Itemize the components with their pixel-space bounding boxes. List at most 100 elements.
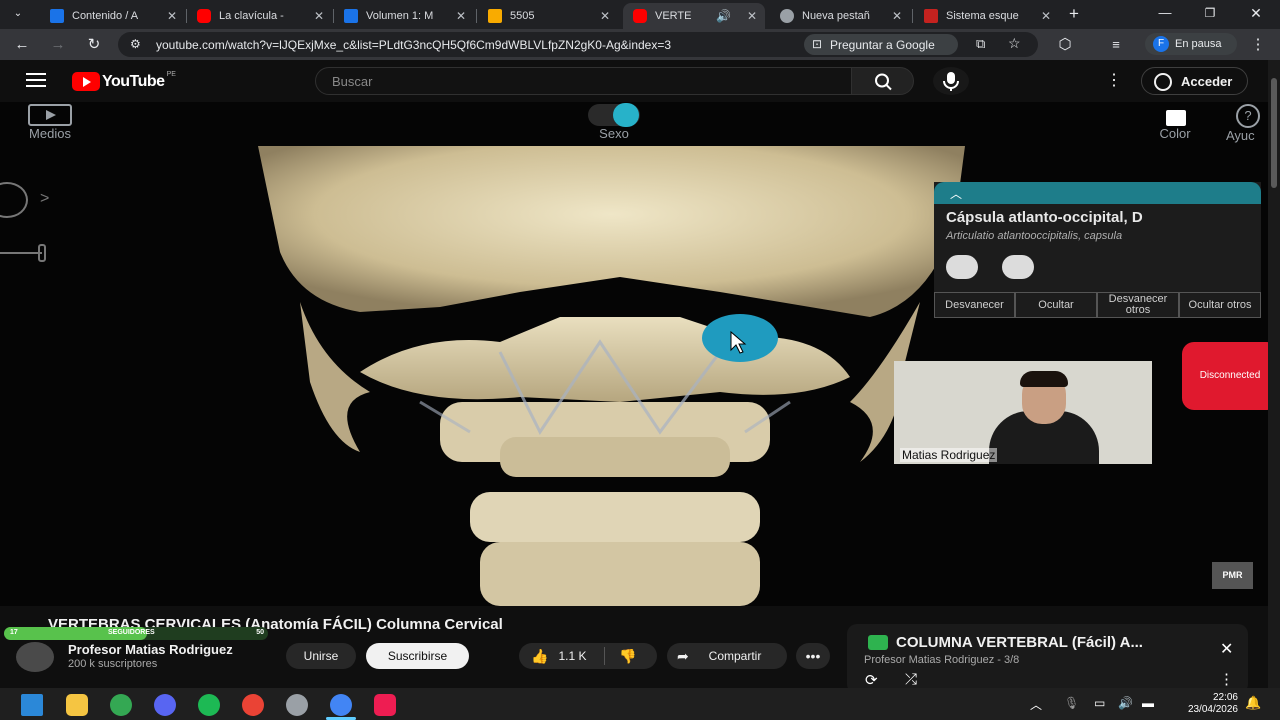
- like-dislike-group: 👍 1.1 K 👎: [519, 643, 657, 669]
- back-icon[interactable]: ←: [12, 35, 32, 55]
- playlist-panel: COLUMNA VERTEBRAL (Fácil) A... ✕ Profeso…: [847, 624, 1248, 694]
- highlighted-capsule: [702, 314, 778, 362]
- tab-nueva[interactable]: Nueva pestañ ✕: [770, 3, 910, 29]
- tab-5505[interactable]: 5505 ✕: [478, 3, 618, 29]
- collapse-chevron-icon: ︿: [950, 187, 963, 201]
- search-icon: [875, 73, 892, 91]
- search-input[interactable]: Buscar: [315, 67, 852, 95]
- discord-icon[interactable]: [154, 694, 176, 716]
- chrome-active-icon[interactable]: [330, 694, 352, 716]
- close-icon[interactable]: ✕: [167, 9, 177, 23]
- like-count[interactable]: 1.1 K: [558, 649, 586, 663]
- chrome-profile-icon[interactable]: [242, 694, 264, 716]
- media-controls-icon[interactable]: ≡: [1106, 35, 1126, 55]
- playlist-title[interactable]: COLUMNA VERTEBRAL (Fácil) A...: [896, 634, 1143, 651]
- tab-clavicula[interactable]: La clavícula - ✕: [187, 3, 332, 29]
- volume-icon[interactable]: 🔊: [1118, 696, 1133, 710]
- tab-sistema[interactable]: Sistema esque ✕: [914, 3, 1059, 29]
- book-icon[interactable]: [946, 255, 978, 279]
- playlist-subtitle: Profesor Matias Rodriguez - 3/8: [864, 654, 1020, 666]
- link-icon[interactable]: [1002, 255, 1034, 279]
- scrollbar-thumb: [1271, 78, 1277, 188]
- video-player[interactable]: Medios Sexo Color ? Ayuc > ︿ Cápsula atl…: [0, 102, 1268, 606]
- close-icon[interactable]: ✕: [1220, 639, 1233, 659]
- hamburger-menu-icon[interactable]: [26, 71, 46, 87]
- tab-contenido[interactable]: Contenido / A ✕: [40, 3, 185, 29]
- close-icon[interactable]: ✕: [600, 9, 610, 23]
- loop-icon[interactable]: ⟳: [865, 671, 878, 689]
- notifications-icon[interactable]: 🔔: [1245, 695, 1261, 711]
- forward-icon[interactable]: →: [48, 35, 68, 55]
- file-explorer-icon[interactable]: [66, 694, 88, 716]
- watermark-logo: PMR: [1212, 562, 1253, 589]
- tray-chevron-icon[interactable]: ︿: [1030, 696, 1042, 713]
- checkmark-icon: [868, 635, 888, 650]
- share-button[interactable]: ➦ Compartir: [667, 643, 787, 669]
- system-clock[interactable]: 22:06 23/04/2026: [1170, 692, 1238, 716]
- signin-button[interactable]: Acceder: [1141, 67, 1248, 95]
- page-scrollbar[interactable]: [1268, 60, 1280, 688]
- youtube-logo[interactable]: YouTube PE: [72, 71, 176, 91]
- network-icon[interactable]: ▭: [1094, 696, 1105, 710]
- presenter-name: Matias Rodriguez: [900, 448, 998, 462]
- close-icon[interactable]: ✕: [1041, 9, 1051, 23]
- thumbs-down-icon[interactable]: 👎: [619, 648, 636, 665]
- microphone-icon: [943, 72, 959, 91]
- minimize-icon[interactable]: —: [1155, 3, 1175, 23]
- youtube-icon: [197, 9, 211, 23]
- tab-search-icon[interactable]: ⌄: [8, 4, 28, 24]
- hide-button[interactable]: Ocultar: [1015, 292, 1097, 318]
- youtube-play-icon: [72, 72, 100, 91]
- channel-avatar[interactable]: [16, 642, 54, 672]
- thumbs-up-icon[interactable]: 👍: [531, 648, 548, 665]
- reload-icon[interactable]: ↻: [84, 35, 104, 55]
- windows-taskbar: ︿ 🎙 ▭ 🔊 ▬ 22:06 23/04/2026 🔔: [0, 688, 1280, 720]
- voice-search-button[interactable]: [933, 67, 969, 95]
- settings-menu-icon[interactable]: ⋮: [1106, 70, 1122, 90]
- windows-start-icon[interactable]: [21, 694, 43, 716]
- extensions-icon[interactable]: ⬡: [1055, 35, 1075, 55]
- cast-icon[interactable]: ⧉: [976, 36, 985, 52]
- structure-name: Cápsula atlanto-occipital, D: [946, 209, 1143, 226]
- site-info-icon[interactable]: ⚙: [130, 37, 141, 51]
- tab-volumen[interactable]: Volumen 1: M ✕: [334, 3, 474, 29]
- spotify-icon[interactable]: [198, 694, 220, 716]
- ask-google-button[interactable]: ⊡ Preguntar a Google: [804, 34, 958, 55]
- info-panel-header[interactable]: ︿: [934, 182, 1261, 204]
- hide-others-button[interactable]: Ocultar otros: [1179, 292, 1261, 318]
- tab-vertebras-active[interactable]: VERTE 🔊 ✕: [623, 3, 765, 29]
- doc-icon: [924, 9, 938, 23]
- close-icon[interactable]: ✕: [456, 9, 466, 23]
- more-actions-icon[interactable]: •••: [796, 643, 830, 669]
- shuffle-icon[interactable]: ⤮: [905, 671, 917, 688]
- avatar: F: [1153, 36, 1169, 52]
- subscribe-button[interactable]: Suscribirse: [366, 643, 469, 669]
- window-close-icon[interactable]: ✕: [1246, 3, 1266, 23]
- atlas-icon: [344, 9, 358, 23]
- browser-tab-strip: ⌄ Contenido / A ✕ La clavícula - ✕ Volum…: [0, 0, 1280, 29]
- chrome-profile-2-icon[interactable]: [286, 694, 308, 716]
- url-text[interactable]: youtube.com/watch?v=lJQExjMxe_c&list=PLd…: [156, 38, 671, 52]
- close-icon[interactable]: ✕: [892, 9, 902, 23]
- fade-others-button[interactable]: Desvanecer otros: [1097, 292, 1179, 318]
- bookmark-star-icon[interactable]: ☆: [1008, 35, 1021, 52]
- profile-button[interactable]: F En pausa: [1145, 33, 1237, 55]
- speaker-icon[interactable]: 🔊: [716, 9, 731, 23]
- anatomy-3d-model[interactable]: [0, 102, 1268, 606]
- mic-tray-icon[interactable]: 🎙: [1064, 696, 1079, 710]
- chrome-icon[interactable]: [110, 694, 132, 716]
- battery-icon[interactable]: ▬: [1142, 696, 1154, 710]
- address-bar[interactable]: ⚙ youtube.com/watch?v=lJQExjMxe_c&list=P…: [118, 32, 1038, 57]
- browser-menu-icon[interactable]: ⋮: [1248, 35, 1268, 55]
- share-icon: ➦: [677, 647, 689, 664]
- search-button[interactable]: [851, 67, 914, 95]
- channel-name[interactable]: Profesor Matias Rodriguez: [68, 642, 233, 657]
- new-tab-icon[interactable]: +: [1064, 4, 1084, 24]
- restore-icon[interactable]: ❐: [1200, 3, 1220, 23]
- playlist-menu-icon[interactable]: ⋮: [1219, 670, 1234, 688]
- tiktok-icon[interactable]: [374, 694, 396, 716]
- close-icon[interactable]: ✕: [314, 9, 324, 23]
- close-icon[interactable]: ✕: [747, 9, 757, 23]
- join-button[interactable]: Unirse: [286, 643, 356, 669]
- fade-button[interactable]: Desvanecer: [934, 292, 1015, 318]
